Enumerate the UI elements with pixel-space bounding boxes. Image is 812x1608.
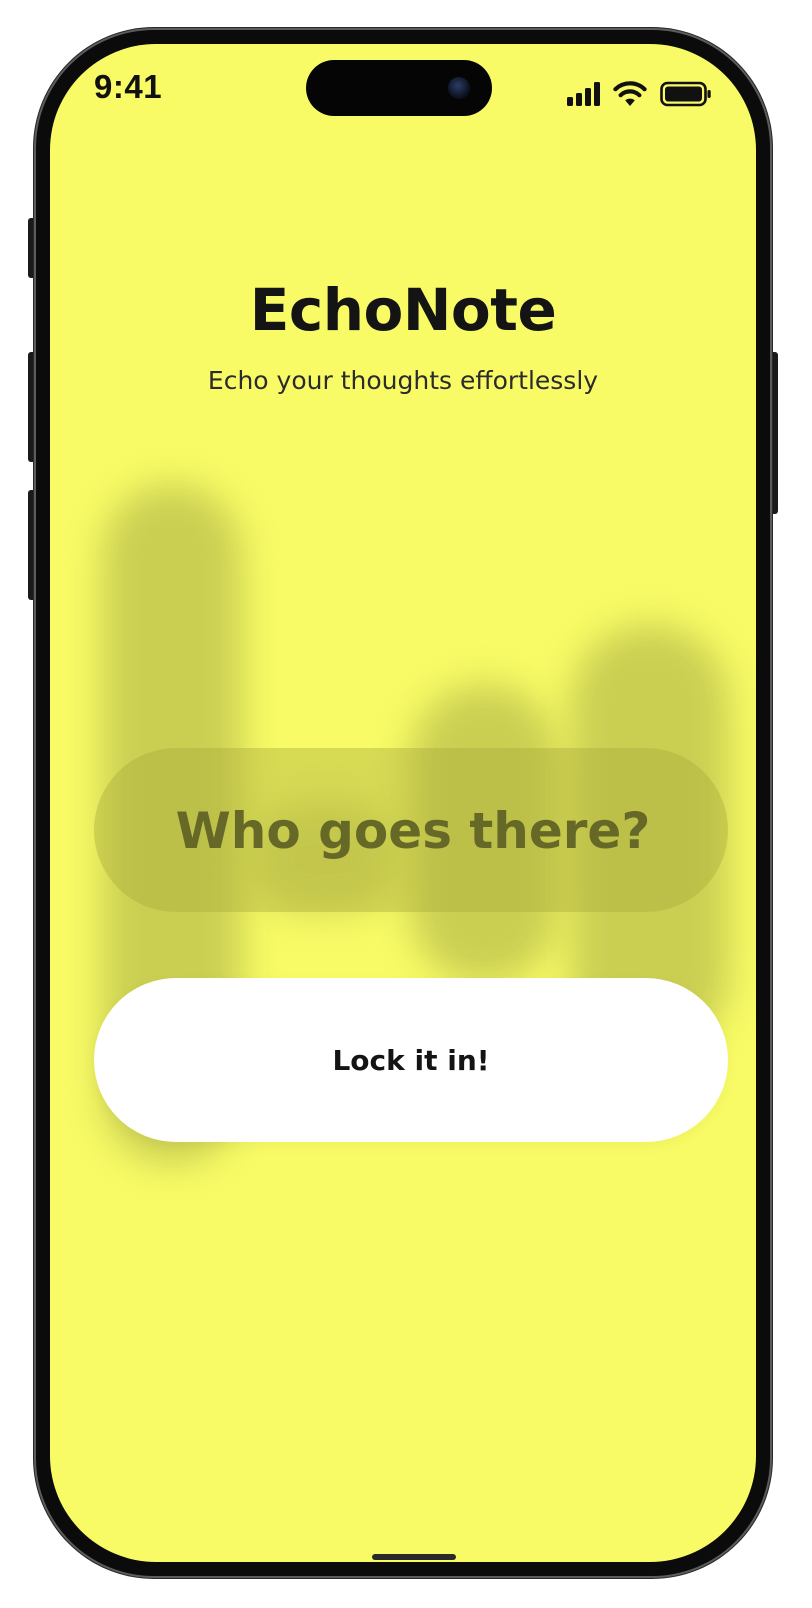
status-time: 9:41 [94, 68, 163, 105]
name-input-container [94, 748, 732, 914]
dynamic-island [306, 60, 492, 116]
lock-it-in-button[interactable]: Lock it in! [94, 978, 728, 1142]
cellular-signal-icon [567, 82, 600, 106]
battery-icon [660, 81, 711, 107]
app-tagline: Echo your thoughts effortlessly [207, 366, 599, 395]
front-camera-icon [448, 77, 470, 99]
wifi-icon [613, 81, 647, 106]
home-indicator [372, 1554, 456, 1560]
phone-frame: 9:41 EchoNote Echo your thoughts effortl… [34, 28, 772, 1578]
app-title: EchoNote [249, 276, 557, 344]
status-icons [567, 78, 712, 110]
app-screen: 9:41 EchoNote Echo your thoughts effortl… [50, 44, 756, 1562]
name-input[interactable] [94, 748, 732, 914]
